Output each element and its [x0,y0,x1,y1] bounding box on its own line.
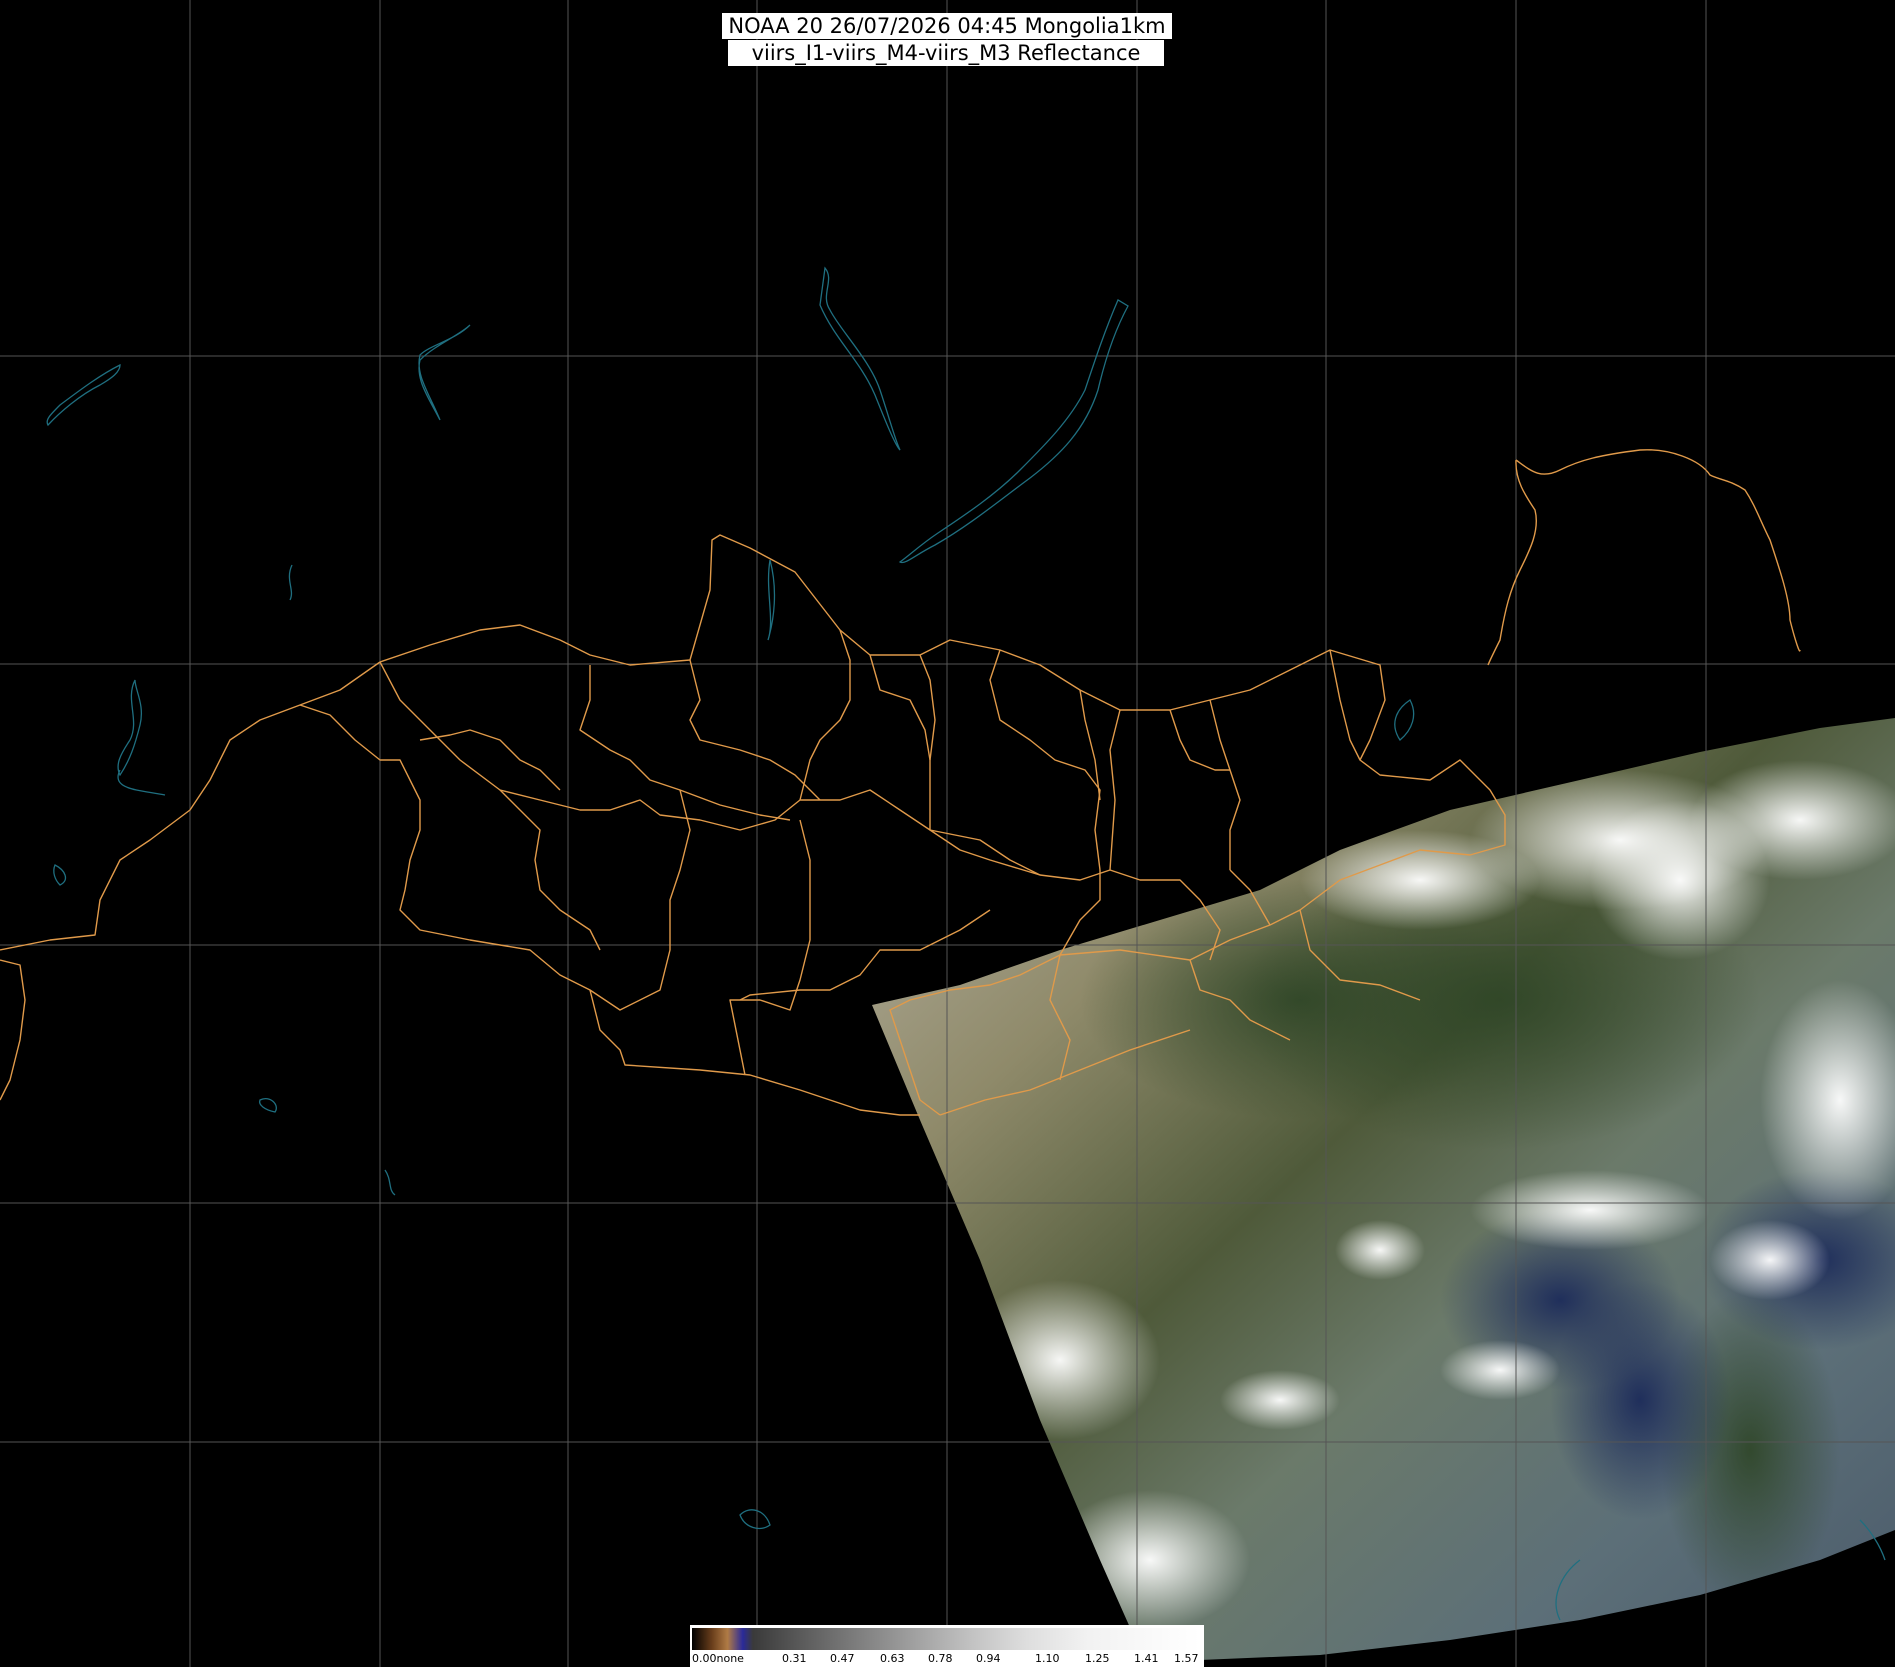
colorbar-tick: 0.00none [692,1652,744,1665]
map-title-line2: viirs_I1-viirs_M4-viirs_M3 Reflectance [728,40,1164,66]
colorbar-tick: 1.41 [1134,1652,1159,1665]
map-canvas [0,0,1895,1667]
colorbar-tick: 1.10 [1035,1652,1060,1665]
colorbar-tick: 0.78 [928,1652,953,1665]
colorbar-tick: 0.47 [830,1652,855,1665]
colorbar-tick-labels: 0.00none 0.31 0.47 0.63 0.78 0.94 1.10 1… [690,1650,1204,1667]
satellite-swath [872,718,1895,1660]
colorbar-tick: 0.63 [880,1652,905,1665]
map-title-line1: NOAA 20 26/07/2026 04:45 Mongolia1km [722,13,1172,39]
colorbar-gradient [692,1628,1200,1650]
colorbar-tick: 0.94 [976,1652,1001,1665]
colorbar-tick: 0.31 [782,1652,807,1665]
colorbar-legend: 0.00none 0.31 0.47 0.63 0.78 0.94 1.10 1… [690,1625,1204,1667]
colorbar-tick: 1.25 [1085,1652,1110,1665]
colorbar-tick: 1.57 [1174,1652,1199,1665]
